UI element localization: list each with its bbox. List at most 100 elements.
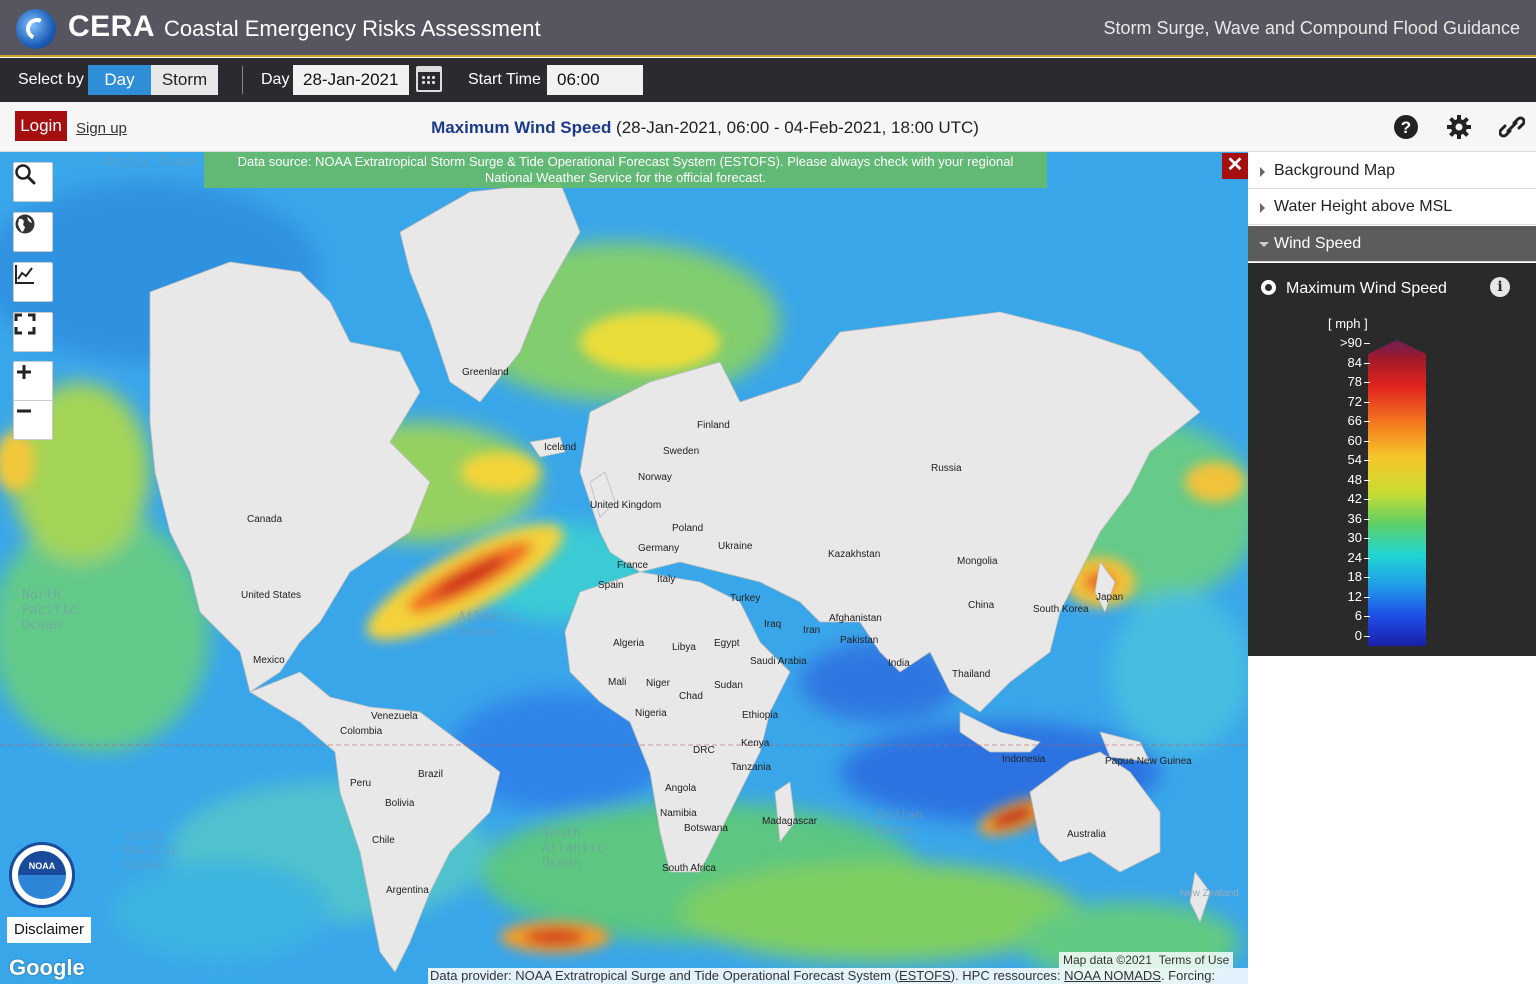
layers-panel: Background Map Water Height above MSL Wi… (1248, 152, 1536, 984)
country-label: Spain (598, 580, 624, 591)
disclaimer-button[interactable]: Disclaimer (7, 917, 91, 943)
country-label: Pakistan (840, 635, 879, 646)
chart-button[interactable] (13, 262, 53, 302)
country-label: Japan (1096, 592, 1124, 603)
country-label: Indonesia (1002, 754, 1046, 765)
legend-tick: 18 (1314, 569, 1370, 584)
ocean-label: Atlantic Ocean (458, 610, 521, 640)
country-label: Sweden (663, 446, 700, 457)
layer-radio-button[interactable] (1261, 280, 1276, 295)
legend-tick: 66 (1314, 413, 1370, 428)
map-title-range: (28-Jan-2021, 06:00 - 04-Feb-2021, 18:00… (611, 118, 979, 137)
accordion-label: Wind Speed (1274, 235, 1362, 252)
country-label: Germany (638, 543, 680, 554)
country-label: United Kingdom (590, 500, 662, 511)
country-label: Nigeria (635, 708, 667, 719)
map-viewport[interactable]: Greenland Canada United States Mexico Ve… (0, 152, 1248, 984)
accordion-background-map[interactable]: Background Map (1248, 153, 1536, 189)
day-date-field[interactable]: 28-Jan-2021 (293, 65, 409, 95)
accordion-wind-speed[interactable]: Wind Speed (1248, 226, 1536, 262)
start-time-label: Start Time (468, 71, 541, 88)
nomads-link[interactable]: NOAA NOMADS (1064, 968, 1161, 983)
country-label: Chad (679, 691, 703, 702)
country-label: Venezuela (371, 711, 418, 722)
country-label: Thailand (952, 669, 991, 680)
accordion-water-height[interactable]: Water Height above MSL (1248, 189, 1536, 225)
noaa-logo-text: NOAA (28, 861, 56, 871)
svg-text:?: ? (1401, 118, 1411, 137)
settings-gear-icon[interactable] (1446, 114, 1472, 140)
map-attribution: Map data ©2021 Terms of Use (1059, 952, 1234, 968)
zoom-in-button[interactable] (13, 361, 53, 401)
fullscreen-button[interactable] (13, 312, 53, 352)
close-panel-button[interactable]: ✕ (1222, 153, 1248, 179)
country-label: Ukraine (718, 541, 753, 552)
zoom-out-button[interactable] (13, 400, 53, 440)
country-label: Kenya (741, 738, 770, 749)
calendar-icon[interactable] (416, 66, 442, 92)
fullscreen-icon (14, 313, 36, 335)
country-label: Chile (372, 835, 395, 846)
country-label: Ethiopia (742, 710, 779, 721)
brand-subtitle: Coastal Emergency Risks Assessment (164, 16, 541, 41)
legend-tick: 54 (1314, 452, 1370, 467)
legend-tick: 42 (1314, 491, 1370, 506)
search-button[interactable] (13, 162, 53, 202)
legend-tick: 72 (1314, 394, 1370, 409)
country-label: New Zealand (1180, 888, 1239, 899)
estofs-link[interactable]: ESTOFS (899, 968, 951, 983)
globe-button[interactable] (13, 212, 53, 252)
country-label: Botswana (684, 823, 728, 834)
ocean-label: South Atlantic Ocean (542, 826, 605, 871)
accordion-label: Background Map (1274, 162, 1395, 179)
brand-name[interactable]: CERA (68, 10, 155, 44)
wind-speed-color-legend (1368, 340, 1426, 646)
legend-tick: 12 (1314, 589, 1370, 604)
ocean-label: Indian Ocean (876, 808, 923, 838)
storm-toggle-button[interactable]: Storm (151, 65, 218, 95)
country-label: Algeria (613, 638, 645, 649)
info-icon[interactable]: i (1490, 277, 1510, 297)
search-icon (15, 164, 36, 185)
provider-text: ). HPC ressources: (950, 968, 1065, 983)
accordion-label: Water Height above MSL (1274, 198, 1453, 215)
line-chart-icon (15, 265, 34, 284)
country-label: Namibia (660, 808, 697, 819)
country-label: United States (241, 590, 302, 601)
tagline: Storm Surge, Wave and Compound Flood Gui… (1103, 18, 1520, 38)
map-title-layer: Maximum Wind Speed (431, 118, 612, 137)
google-logo: Google (9, 955, 85, 980)
ocean-label: South Pacific Ocean (124, 828, 179, 873)
country-label: Russia (931, 463, 962, 474)
caret-down-icon (1259, 242, 1269, 247)
data-source-banner: Data source: NOAA Extratropical Storm Su… (204, 152, 1047, 188)
noaa-logo[interactable]: NOAA (9, 842, 75, 908)
country-label: Sudan (714, 680, 743, 691)
legend-tick: >90 (1314, 335, 1370, 350)
country-label: China (968, 600, 995, 611)
help-icon[interactable]: ? (1393, 114, 1419, 140)
legend-tick: 0 (1314, 628, 1370, 643)
country-label: Brazil (418, 769, 444, 780)
map-title-bar: Login Sign up Maximum Wind Speed (28-Jan… (0, 102, 1536, 152)
country-label: France (617, 560, 649, 571)
country-label: Tanzania (731, 762, 772, 773)
legend-tick: 36 (1314, 511, 1370, 526)
terms-of-use-link[interactable]: Terms of Use (1159, 953, 1230, 967)
wind-speed-layer-body: Maximum Wind Speed i [ mph ] >90 84 78 7… (1248, 263, 1536, 656)
country-label: Afghanistan (829, 613, 882, 624)
country-label: Iraq (764, 619, 782, 630)
start-time-field[interactable]: 06:00 UTC (547, 65, 643, 119)
legend-tick: 78 (1314, 374, 1370, 389)
legend-tick: 84 (1314, 355, 1370, 370)
country-label: Papua New Guinea (1105, 756, 1192, 767)
provider-text: Data provider: NOAA Extratropical Surge … (430, 968, 899, 983)
day-toggle-button[interactable]: Day (88, 65, 151, 95)
legend-tick: 30 (1314, 530, 1370, 545)
link-icon[interactable] (1499, 114, 1525, 140)
layer-label[interactable]: Maximum Wind Speed (1286, 280, 1447, 298)
country-label: Iceland (544, 442, 577, 453)
map-title: Maximum Wind Speed (28-Jan-2021, 06:00 -… (0, 118, 1410, 138)
data-provider-attribution: Data provider: NOAA Extratropical Surge … (428, 968, 1248, 984)
toolbar: Select by Day Storm Day 28-Jan-2021 Star… (0, 58, 1536, 119)
